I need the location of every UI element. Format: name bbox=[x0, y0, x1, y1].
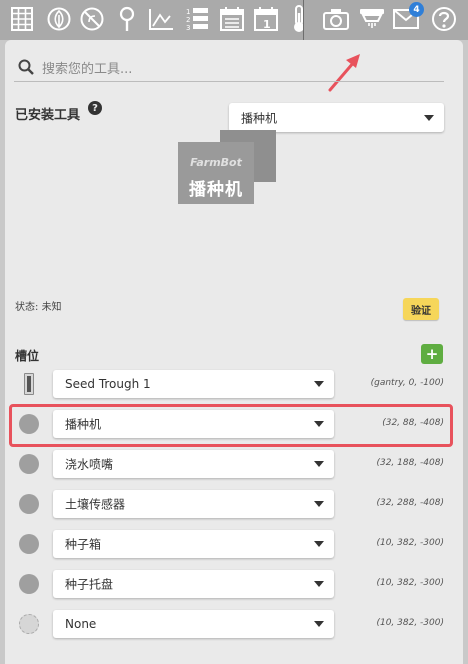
calendar-day-text: 1 bbox=[263, 18, 271, 31]
highlight-box bbox=[9, 404, 453, 447]
slot-coords: (10, 382, -300) bbox=[376, 618, 444, 628]
slot-tool-select[interactable]: 种子箱 bbox=[53, 530, 334, 558]
slot-tool-value: 种子箱 bbox=[65, 537, 102, 552]
slot-tool-select[interactable]: 浇水喷嘴 bbox=[53, 450, 334, 478]
grid-icon[interactable] bbox=[8, 4, 36, 34]
slot-tool-value: Seed Trough 1 bbox=[65, 377, 151, 391]
slot-circle-icon bbox=[19, 454, 39, 474]
tool-image-brand: FarmBot bbox=[190, 156, 242, 169]
messages-icon[interactable]: 4 bbox=[392, 2, 424, 34]
chevron-down-icon bbox=[314, 541, 324, 547]
slot-tool-value: 浇水喷嘴 bbox=[65, 457, 114, 472]
tools-icon[interactable] bbox=[358, 4, 386, 34]
tool-image-label: 播种机 bbox=[189, 180, 243, 200]
chart-icon[interactable] bbox=[147, 4, 175, 34]
svg-text:1: 1 bbox=[186, 8, 190, 16]
calendar-icon[interactable]: 1 bbox=[252, 4, 280, 34]
status-value: 未知 bbox=[41, 302, 62, 313]
help-icon[interactable] bbox=[430, 4, 458, 34]
chevron-down-icon bbox=[314, 381, 324, 387]
slot-tool-select[interactable]: 土壤传感器 bbox=[53, 490, 334, 518]
slot-coords: (32, 288, -408) bbox=[376, 498, 444, 508]
slot-coords: (10, 382, -300) bbox=[376, 538, 444, 548]
help-circle-icon[interactable]: ? bbox=[88, 101, 102, 115]
status-label: 状态: bbox=[15, 302, 39, 313]
chevron-down-icon bbox=[314, 461, 324, 467]
slot-tool-value: 种子托盘 bbox=[65, 577, 114, 592]
messages-badge: 4 bbox=[409, 2, 424, 17]
chevron-down-icon bbox=[424, 114, 434, 121]
slot-circle-icon bbox=[19, 494, 39, 514]
installed-tool-value: 播种机 bbox=[241, 111, 278, 125]
map-point-icon[interactable] bbox=[113, 4, 141, 34]
slots-title: 槽位 bbox=[15, 349, 40, 363]
leaf-icon[interactable] bbox=[45, 4, 73, 34]
regimens-icon[interactable] bbox=[218, 4, 246, 34]
slot-coords: (gantry, 0, -100) bbox=[370, 378, 444, 388]
slot-circle-icon bbox=[19, 574, 39, 594]
tool-image: FarmBot 播种机 bbox=[178, 130, 276, 204]
sequences-icon[interactable]: 123 bbox=[183, 4, 211, 34]
slot-tool-value: None bbox=[65, 617, 97, 631]
no-weeds-icon[interactable] bbox=[78, 4, 106, 34]
empty-slot-icon bbox=[19, 614, 39, 634]
divider bbox=[303, 0, 304, 40]
slot-tool-select[interactable]: Seed Trough 1 bbox=[53, 370, 334, 398]
chevron-down-icon bbox=[314, 581, 324, 587]
top-nav-bar: 123 1 4 bbox=[0, 0, 468, 40]
slot-tool-value: 土壤传感器 bbox=[65, 497, 126, 512]
seed-trough-icon bbox=[24, 373, 34, 395]
tool-status: 状态: 未知 bbox=[15, 298, 62, 313]
slot-coords: (32, 188, -408) bbox=[376, 458, 444, 468]
search-icon bbox=[18, 59, 34, 75]
slot-tool-select[interactable]: None bbox=[53, 610, 334, 638]
svg-text:2: 2 bbox=[186, 16, 190, 24]
installed-tool-select[interactable]: 播种机 bbox=[229, 103, 444, 132]
add-slot-button[interactable]: + bbox=[421, 344, 443, 364]
slot-coords: (10, 382, -300) bbox=[376, 578, 444, 588]
chevron-down-icon bbox=[314, 501, 324, 507]
search-input[interactable]: 搜索您的工具... bbox=[42, 58, 132, 77]
thermometer-icon[interactable] bbox=[285, 4, 313, 34]
slot-circle-icon bbox=[19, 534, 39, 554]
svg-text:3: 3 bbox=[186, 24, 190, 32]
slot-tool-select[interactable]: 种子托盘 bbox=[53, 570, 334, 598]
installed-tool-title: 已安装工具 bbox=[15, 108, 81, 123]
chevron-down-icon bbox=[314, 621, 324, 627]
camera-icon[interactable] bbox=[322, 4, 350, 34]
verify-button[interactable]: 验证 bbox=[403, 298, 439, 320]
search-bar[interactable]: 搜索您的工具... bbox=[14, 52, 444, 82]
